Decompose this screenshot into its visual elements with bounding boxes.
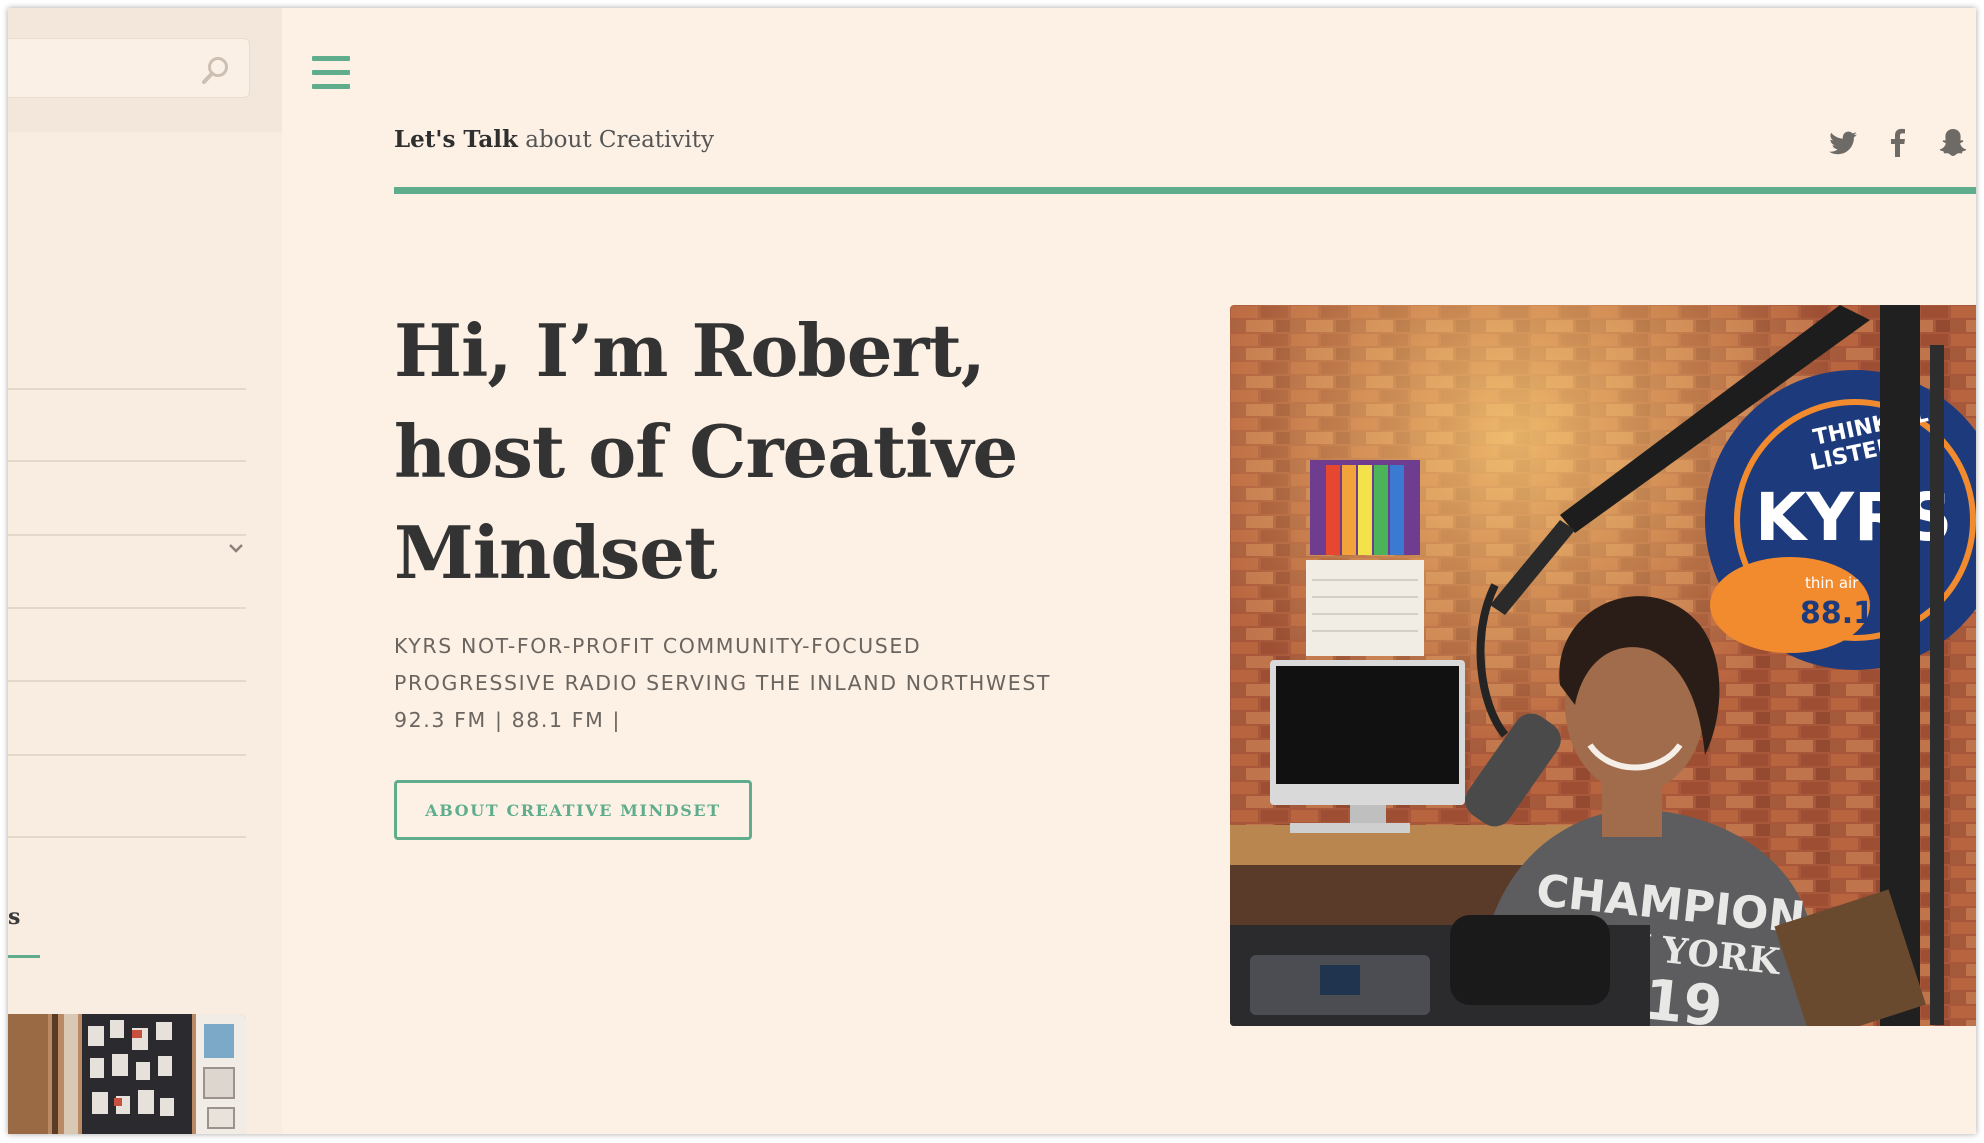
hero-description: KYRS NOT-FOR-PROFIT COMMUNITY-FOCUSED PR… — [394, 628, 1154, 739]
sidebar-menu-item[interactable] — [8, 390, 246, 460]
hero-description-line: KYRS NOT-FOR-PROFIT COMMUNITY-FOCUSED — [394, 634, 922, 658]
sign-frequency: 88.1 — [1800, 596, 1874, 631]
search-icon[interactable] — [198, 54, 232, 88]
tagline-strong: Let's Talk — [394, 126, 518, 153]
sidebar-menu-item[interactable] — [8, 682, 246, 752]
hero-description-line: PROGRESSIVE RADIO SERVING THE INLAND NOR… — [394, 671, 1052, 695]
snapchat-icon[interactable] — [1936, 126, 1970, 160]
sidebar-menu-item[interactable] — [8, 609, 246, 679]
facebook-icon[interactable] — [1881, 126, 1915, 160]
about-creative-mindset-button[interactable]: ABOUT CREATIVE MINDSET — [394, 780, 752, 840]
sidebar-thumbnail-image[interactable] — [8, 1014, 246, 1134]
host-photo: THINK GL LISTEN L KYRS thin air 88.1 CHA… — [1230, 305, 1976, 1026]
hero-title-line: host of Creative — [394, 409, 1018, 494]
hero-title-line: Mindset — [394, 510, 717, 595]
sidebar-menu-item[interactable] — [8, 318, 246, 388]
menu-toggle-hamburger-icon[interactable] — [312, 56, 350, 90]
header-divider — [394, 187, 1976, 194]
sidebar-menu-item[interactable] — [8, 462, 246, 532]
sidebar-menu-item-with-submenu[interactable] — [8, 536, 246, 606]
sidebar-search-area — [8, 8, 282, 132]
tagline-rest: about Creativity — [517, 127, 714, 153]
hero-title-line: Hi, I’m Robert, — [394, 308, 986, 393]
sidebar: s — [8, 8, 282, 1134]
sign-text: thin air — [1805, 574, 1859, 592]
site-tagline[interactable]: Let's Talk about Creativity — [394, 126, 714, 153]
chevron-down-icon[interactable] — [226, 538, 246, 558]
sidebar-widget-title: s — [8, 904, 21, 930]
sign-brand: KYRS — [1755, 479, 1952, 556]
browser-viewport: s Let's Talk about Creativity Hi, I’m Ro… — [8, 8, 1976, 1134]
hero-description-line: 92.3 FM | 88.1 FM | — [394, 708, 622, 732]
sidebar-menu-item[interactable] — [8, 756, 246, 826]
hero-title: Hi, I’m Robert, host of Creative Mindset — [394, 300, 1154, 603]
twitter-icon[interactable] — [1826, 126, 1860, 160]
menu-divider — [8, 836, 246, 838]
widget-title-underline — [8, 955, 40, 958]
